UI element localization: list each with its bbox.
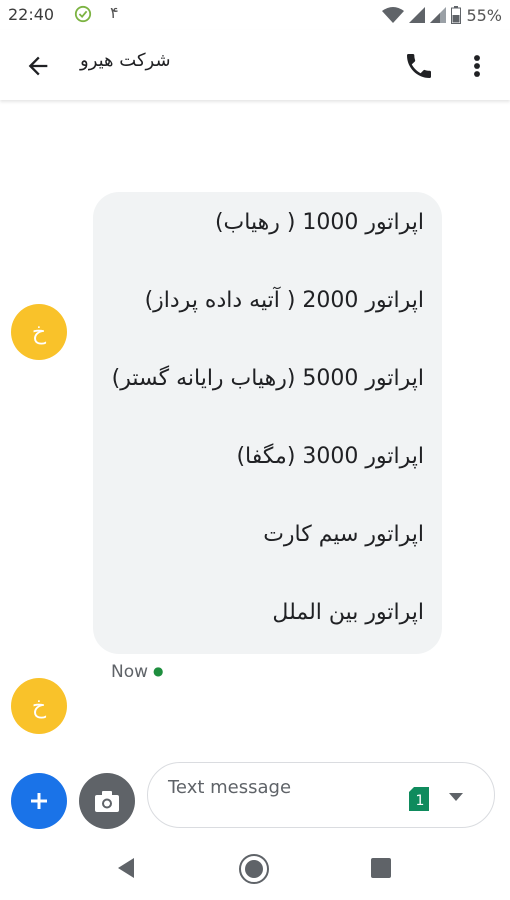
status-time: 22:40 <box>8 5 55 24</box>
gallery-camera-button[interactable] <box>79 773 135 829</box>
app-bar: شرکت هیرو <box>0 30 510 100</box>
notification-indicator: ۴ <box>110 3 119 22</box>
delivered-dot-icon: ● <box>153 664 164 678</box>
add-attachment-button[interactable] <box>11 773 67 829</box>
message-line: اپراتور 1000 ( رهیاب) <box>214 210 424 235</box>
back-arrow-icon[interactable] <box>24 52 52 80</box>
nav-home-icon[interactable] <box>238 853 270 885</box>
sender-avatar[interactable]: خ <box>11 678 67 734</box>
system-nav-bar <box>0 836 510 900</box>
message-bubble[interactable]: اپراتور 1000 ( رهیاب) اپراتور 2000 ( آتی… <box>93 192 442 654</box>
battery-percent: 55% <box>466 5 502 25</box>
status-icons: 55% <box>382 5 502 25</box>
nav-back-icon[interactable] <box>114 856 138 880</box>
nav-recents-icon[interactable] <box>369 856 393 880</box>
sender-avatar[interactable]: خ <box>11 304 67 360</box>
chevron-down-icon[interactable] <box>449 793 463 803</box>
conversation-title: شرکت هیرو <box>80 50 171 71</box>
more-vert-icon[interactable] <box>467 50 487 82</box>
message-line: اپراتور 2000 ( آتیه داده پرداز) <box>144 288 424 313</box>
message-line: اپراتور سیم کارت <box>263 522 424 547</box>
message-line: اپراتور بین الملل <box>272 600 424 625</box>
message-line: اپراتور 5000 (رهیاب رایانه گستر) <box>111 366 424 391</box>
timestamp-text: Now <box>111 662 149 682</box>
status-bar: 22:40 ۴ 55% <box>0 0 510 30</box>
camera-icon <box>95 791 119 812</box>
check-circle-icon <box>74 5 92 23</box>
signal-icon-2 <box>430 7 447 23</box>
message-input[interactable]: Text message <box>168 777 291 798</box>
signal-icon <box>409 7 426 23</box>
sim-number: 1 <box>416 793 425 809</box>
compose-field[interactable]: Text message 1 <box>147 762 495 828</box>
message-timestamp: Now ● <box>111 662 164 682</box>
battery-icon <box>451 6 462 24</box>
sim-card-icon[interactable]: 1 <box>409 787 431 811</box>
message-line: اپراتور 3000 (مگفا) <box>236 444 424 469</box>
plus-icon <box>31 793 47 809</box>
phone-icon[interactable] <box>403 50 435 82</box>
wifi-icon <box>382 7 405 23</box>
